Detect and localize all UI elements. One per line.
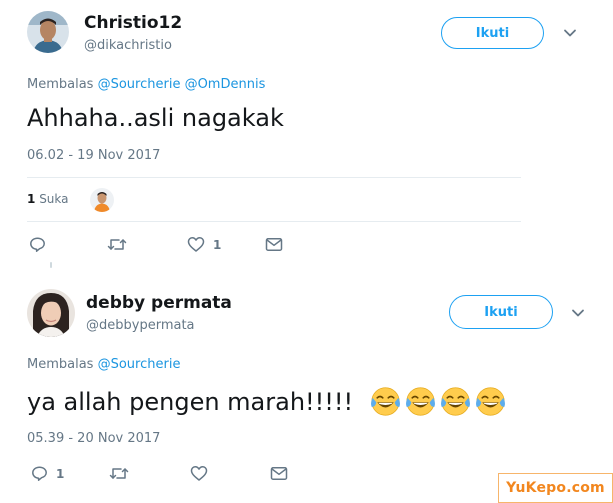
reply-prefix: Membalas <box>27 357 94 372</box>
like-count: 1 <box>213 237 222 252</box>
reply-action[interactable] <box>29 236 46 253</box>
envelope-icon <box>265 238 283 251</box>
divider <box>27 221 521 222</box>
display-name[interactable]: debby permata <box>86 293 232 313</box>
divider <box>27 177 521 178</box>
mention-link[interactable]: @Sourcherie <box>98 77 181 92</box>
avatar[interactable] <box>27 11 69 53</box>
envelope-icon <box>270 467 288 480</box>
mention-link[interactable]: @Sourcherie <box>98 357 181 372</box>
follow-button[interactable]: Ikuti <box>441 17 544 49</box>
reply-prefix: Membalas <box>27 77 94 92</box>
username[interactable]: @dikachristio <box>84 38 172 53</box>
tears-of-joy-emoji-icon <box>370 387 400 416</box>
follow-button-label: Ikuti <box>484 304 518 320</box>
tweet-card-debby: debby permata @debbypermata Ikuti Membal… <box>0 270 613 503</box>
reply-context: Membalas @Sourcherie @OmDennis <box>27 77 265 92</box>
emoji-row <box>369 387 509 416</box>
tweet-text: Ahhaha..asli nagakak <box>27 104 284 132</box>
heart-icon <box>190 466 208 481</box>
tweet-text: ya allah pengen marah!!!!! <box>27 385 509 418</box>
likes-count: 1 <box>27 192 36 206</box>
avatar[interactable] <box>27 289 75 337</box>
timestamp[interactable]: 05.39 - 20 Nov 2017 <box>27 431 160 446</box>
retweet-action[interactable] <box>109 465 129 482</box>
follow-button-label: Ikuti <box>475 25 510 41</box>
heart-icon <box>187 237 205 252</box>
timestamp[interactable]: 06.02 - 19 Nov 2017 <box>27 148 160 163</box>
reply-icon <box>32 466 47 481</box>
retweet-icon <box>107 239 127 250</box>
mention-link[interactable]: @OmDennis <box>185 77 266 92</box>
like-action[interactable]: 1 <box>187 236 221 253</box>
tears-of-joy-emoji-icon <box>440 387 470 416</box>
follow-button[interactable]: Ikuti <box>449 295 553 329</box>
retweet-icon <box>109 468 129 479</box>
liker-avatar[interactable] <box>90 188 114 212</box>
message-action[interactable] <box>270 466 288 481</box>
likes-label: Suka <box>39 192 69 206</box>
avatar-photo-icon <box>27 11 69 53</box>
display-name[interactable]: Christio12 <box>84 13 182 33</box>
reply-icon <box>30 237 45 252</box>
chevron-down-icon[interactable] <box>570 305 586 321</box>
avatar-photo-icon <box>27 289 75 337</box>
tweet-text-body: ya allah pengen marah!!!!! <box>27 388 354 416</box>
reply-action[interactable]: 1 <box>31 465 64 482</box>
username[interactable]: @debbypermata <box>86 318 195 333</box>
watermark-logo: YuKepo.com <box>498 473 613 503</box>
tears-of-joy-emoji-icon <box>405 387 435 416</box>
thread-connector <box>50 262 52 268</box>
chevron-down-icon[interactable] <box>562 25 578 41</box>
liker-photo-icon <box>90 188 114 212</box>
likes-summary[interactable]: 1 Suka <box>27 192 69 206</box>
tears-of-joy-emoji-icon <box>475 387 505 416</box>
like-action[interactable] <box>190 465 208 482</box>
tweet-card-christio: Christio12 @dikachristio Ikuti Membalas … <box>0 0 613 268</box>
retweet-action[interactable] <box>107 236 127 253</box>
reply-context: Membalas @Sourcherie <box>27 357 180 372</box>
message-action[interactable] <box>265 237 283 252</box>
reply-count: 1 <box>56 466 65 481</box>
